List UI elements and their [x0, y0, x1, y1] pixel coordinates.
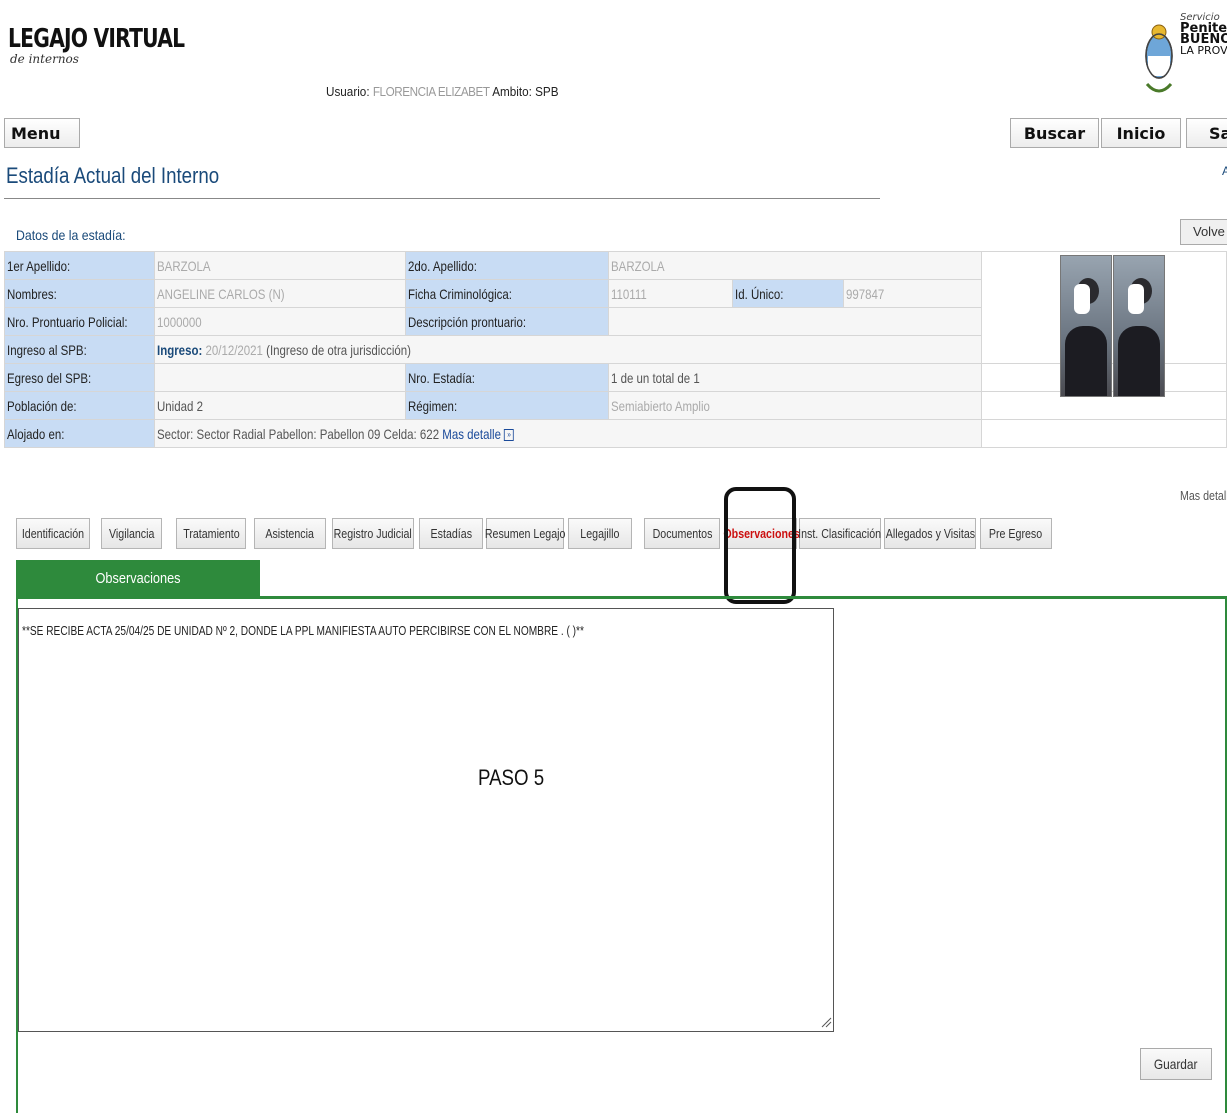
- observaciones-textarea[interactable]: [18, 608, 834, 1032]
- home-button[interactable]: Inicio: [1101, 118, 1181, 148]
- org-line4: LA PROVIN: [1180, 44, 1227, 57]
- tab-registro-judicial[interactable]: Registro Judicial: [332, 518, 414, 549]
- poblacion-value: Unidad 2: [154, 391, 407, 420]
- user-value: FLORENCIA ELIZABET: [372, 84, 490, 99]
- search-button[interactable]: Buscar: [1010, 118, 1099, 148]
- page-title: Estadía Actual del Interno: [6, 163, 220, 188]
- section-label: Datos de la estadía:: [16, 227, 126, 243]
- organization-logo: Servicio Penitencia BUENOS AI LA PROVIN: [1180, 12, 1227, 56]
- mas-detalle-link[interactable]: Mas detalle: [442, 426, 501, 442]
- prontuario-value: 1000000: [154, 307, 407, 336]
- coat-of-arms-icon: [1145, 24, 1173, 93]
- user-label: Usuario:: [326, 84, 370, 99]
- observaciones-text: **SE RECIBE ACTA 25/04/25 DE UNIDAD Nº 2…: [22, 623, 584, 638]
- mas-detalle-right-link[interactable]: Mas detall: [1180, 488, 1227, 503]
- egreso-value: [154, 363, 407, 392]
- tab-estadias[interactable]: Estadías: [419, 518, 483, 549]
- idunico-value: 997847: [843, 279, 983, 308]
- alojado-value: Sector: Sector Radial Pabellon: Pabellon…: [154, 419, 983, 448]
- nombres-value: ANGELINE CARLOS (N): [154, 279, 407, 308]
- tab-inst-clasificacion[interactable]: Inst. Clasificación: [799, 518, 881, 549]
- tab-pre-egreso[interactable]: Pre Egreso: [980, 518, 1052, 549]
- title-divider: [4, 198, 880, 199]
- step-annotation: PASO 5: [478, 765, 545, 790]
- apellido1-value: BARZOLA: [154, 251, 407, 280]
- poblacion-label: Población de:: [3, 391, 156, 420]
- menu-button[interactable]: Menu: [4, 118, 80, 148]
- subtab-observaciones[interactable]: Observaciones: [16, 560, 260, 596]
- desc-prontuario-label: Descripción prontuario:: [405, 307, 609, 336]
- apellido2-value: BARZOLA: [607, 251, 983, 280]
- table-row: Población de: Unidad 2 Régimen: Semiabie…: [3, 391, 1227, 420]
- corner-link[interactable]: A: [1222, 164, 1227, 178]
- tab-asistencia[interactable]: Asistencia: [254, 518, 326, 549]
- alojado-label: Alojado en:: [3, 419, 156, 448]
- logout-button[interactable]: Sa: [1186, 118, 1227, 148]
- alojado-text: Sector: Sector Radial Pabellon: Pabellon…: [157, 425, 440, 442]
- regimen-label: Régimen:: [405, 391, 609, 420]
- inmate-photo-front: [1060, 255, 1112, 397]
- inmate-photo-side: [1113, 255, 1165, 397]
- ingreso-value: Ingreso: 20/12/2021 (Ingreso de otra jur…: [154, 335, 983, 364]
- tab-documentos[interactable]: Documentos: [644, 518, 720, 549]
- apellido2-label: 2do. Apellido:: [405, 251, 609, 280]
- egreso-label: Egreso del SPB:: [3, 363, 156, 392]
- prontuario-label: Nro. Prontuario Policial:: [3, 307, 156, 336]
- ambito-value: SPB: [535, 84, 559, 99]
- tab-tratamiento[interactable]: Tratamiento: [176, 518, 246, 549]
- ingreso-prefix: Ingreso:: [157, 341, 203, 358]
- ingreso-date: 20/12/2021: [205, 341, 264, 358]
- nro-estadia-label: Nro. Estadía:: [405, 363, 609, 392]
- app-logo-title: LEGAJO VIRTUAL: [8, 24, 185, 54]
- user-info: Usuario: FLORENCIA ELIZABET Ambito: SPB: [326, 84, 559, 99]
- ficha-label: Ficha Criminológica:: [405, 279, 609, 308]
- table-row: 1er Apellido: BARZOLA 2do. Apellido: BAR…: [3, 251, 1227, 364]
- back-button[interactable]: Volve: [1180, 219, 1227, 245]
- desc-prontuario-value: [607, 307, 983, 336]
- ficha-value: 110111: [607, 279, 733, 308]
- tab-vigilancia[interactable]: Vigilancia: [101, 518, 162, 549]
- nombres-label: Nombres:: [3, 279, 156, 308]
- resize-grip-icon[interactable]: [820, 1016, 832, 1028]
- tab-allegados-visitas[interactable]: Allegados y Visitas: [884, 518, 976, 549]
- tab-identificacion[interactable]: Identificación: [16, 518, 90, 549]
- tab-legajillo[interactable]: Legajillo: [568, 518, 632, 549]
- tab-resumen-legajo[interactable]: Resumen Legajo: [485, 518, 565, 549]
- empty-cell: [981, 419, 1227, 448]
- expand-icon[interactable]: »: [504, 428, 515, 441]
- stay-data-table: 1er Apellido: BARZOLA 2do. Apellido: BAR…: [3, 251, 1227, 448]
- annotation-highlight-box: [724, 487, 796, 604]
- save-button[interactable]: Guardar: [1140, 1048, 1212, 1080]
- ingreso-note: (Ingreso de otra jurisdicción): [266, 341, 412, 358]
- app-logo-subtitle: de internos: [10, 52, 79, 66]
- apellido1-label: 1er Apellido:: [3, 251, 156, 280]
- ingreso-label: Ingreso al SPB:: [3, 335, 156, 364]
- idunico-label: Id. Único:: [731, 279, 845, 308]
- regimen-value: Semiabierto Amplio: [607, 391, 983, 420]
- ambito-label: Ambito:: [492, 84, 532, 99]
- nro-estadia-value: 1 de un total de 1: [607, 363, 983, 392]
- table-row: Egreso del SPB: Nro. Estadía: 1 de un to…: [3, 363, 1227, 392]
- table-row: Alojado en: Sector: Sector Radial Pabell…: [3, 419, 1227, 448]
